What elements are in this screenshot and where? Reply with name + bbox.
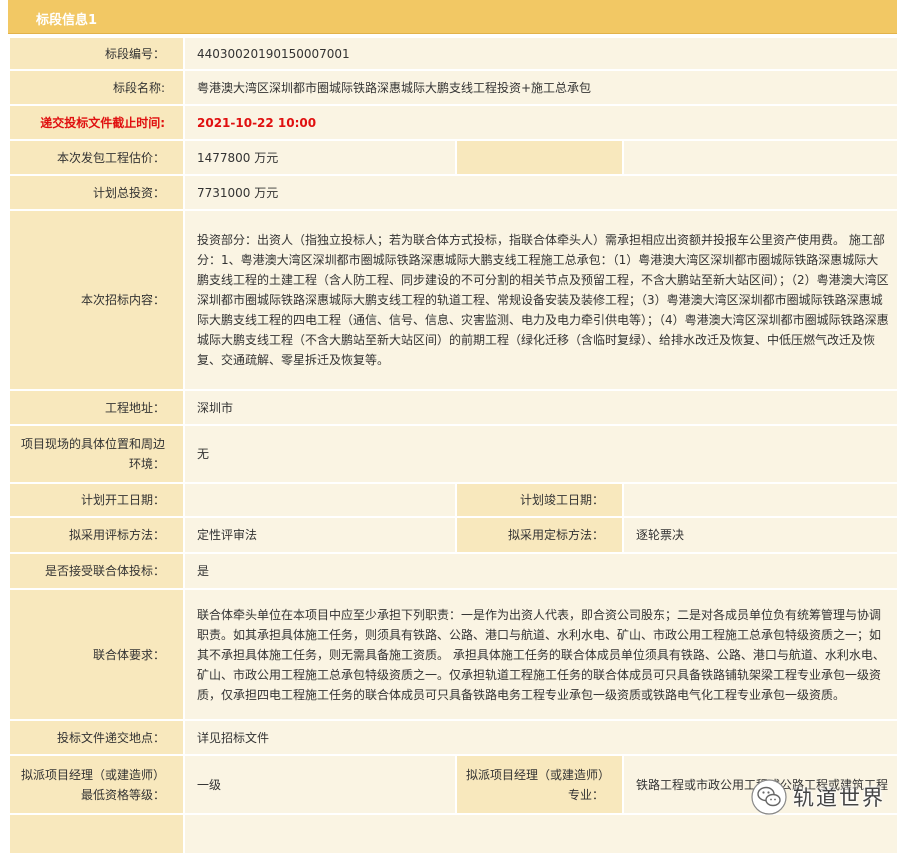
row-cutoff (8, 813, 899, 855)
row-section-name: 标段名称: 粤港澳大湾区深圳都市圈城际铁路深惠城际大鹏支线工程投资+施工总承包 (8, 69, 899, 106)
row-submit-place: 投标文件递交地点： 详见招标文件 (8, 719, 899, 756)
row-est-price: 本次发包工程估价： 1477800 万元 (8, 139, 899, 176)
end-date-label: 计划竣工日期： (455, 482, 624, 518)
empty-cell (455, 139, 624, 176)
section-info-table: 标段编号： 44030020190150007001 标段名称: 粤港澳大湾区深… (8, 36, 899, 855)
consortium-req-value: 联合体牵头单位在本项目中应至少承担下列职责：一是作为出资人代表，即合资公司股东；… (183, 588, 899, 721)
consortium-accept-value: 是 (183, 552, 899, 590)
start-date-label: 计划开工日期： (8, 482, 185, 518)
cutoff-label-cell (8, 813, 185, 855)
est-price-value: 1477800 万元 (183, 139, 457, 176)
location-value: 无 (183, 424, 899, 484)
end-date-value (622, 482, 899, 518)
start-date-value (183, 482, 457, 518)
eval-method-value: 定性评审法 (183, 516, 457, 554)
empty-cell (622, 139, 899, 176)
total-invest-label: 计划总投资： (8, 174, 185, 211)
deadline-label: 递交投标文件截止时间: (8, 104, 185, 141)
pm-grade-value: 一级 (183, 754, 457, 815)
content-value: 投资部分：出资人（指独立投标人；若为联合体方式投标，指联合体牵头人）需承担相应出… (183, 209, 899, 391)
eval-method-label: 拟采用评标方法： (8, 516, 185, 554)
row-location: 项目现场的具体位置和周边环境： 无 (8, 424, 899, 484)
bid-method-value: 逐轮票决 (622, 516, 899, 554)
submit-place-label: 投标文件递交地点： (8, 719, 185, 756)
row-total-invest: 计划总投资： 7731000 万元 (8, 174, 899, 211)
row-content: 本次招标内容： 投资部分：出资人（指独立投标人；若为联合体方式投标，指联合体牵头… (8, 209, 899, 391)
deadline-value-cell: 2021-10-22 10:00 (183, 104, 899, 141)
section-name-label: 标段名称: (8, 69, 185, 106)
consortium-req-label: 联合体要求： (8, 588, 185, 721)
total-invest-value: 7731000 万元 (183, 174, 899, 211)
section-title: 标段信息1 (36, 13, 98, 28)
submit-place-value: 详见招标文件 (183, 719, 899, 756)
address-value: 深圳市 (183, 389, 899, 426)
watermark: 轨道世界 (751, 775, 885, 819)
row-dates: 计划开工日期： 计划竣工日期： (8, 482, 899, 518)
row-consortium-accept: 是否接受联合体投标： 是 (8, 552, 899, 590)
consortium-accept-label: 是否接受联合体投标： (8, 552, 185, 590)
section-no-label: 标段编号： (8, 36, 185, 71)
wechat-icon (751, 779, 787, 815)
content-label: 本次招标内容： (8, 209, 185, 391)
row-methods: 拟采用评标方法： 定性评审法 拟采用定标方法： 逐轮票决 (8, 516, 899, 554)
row-deadline: 递交投标文件截止时间: 2021-10-22 10:00 (8, 104, 899, 141)
est-price-label: 本次发包工程估价： (8, 139, 185, 176)
row-address: 工程地址： 深圳市 (8, 389, 899, 426)
watermark-text: 轨道世界 (793, 786, 885, 810)
section-name-value: 粤港澳大湾区深圳都市圈城际铁路深惠城际大鹏支线工程投资+施工总承包 (183, 69, 899, 106)
row-consortium-req: 联合体要求： 联合体牵头单位在本项目中应至少承担下列职责：一是作为出资人代表，即… (8, 588, 899, 721)
section-header: 标段信息1 (8, 0, 897, 34)
deadline-value: 2021-10-22 10:00 (197, 115, 317, 130)
bid-method-label: 拟采用定标方法： (455, 516, 624, 554)
row-section-no: 标段编号： 44030020190150007001 (8, 36, 899, 71)
section-no-value: 44030020190150007001 (183, 36, 899, 71)
cutoff-value-cell (183, 813, 899, 855)
pm-grade-label: 拟派项目经理（或建造师）最低资格等级： (8, 754, 185, 815)
address-label: 工程地址： (8, 389, 185, 426)
pm-major-label: 拟派项目经理（或建造师）专业： (455, 754, 624, 815)
location-label: 项目现场的具体位置和周边环境： (8, 424, 185, 484)
